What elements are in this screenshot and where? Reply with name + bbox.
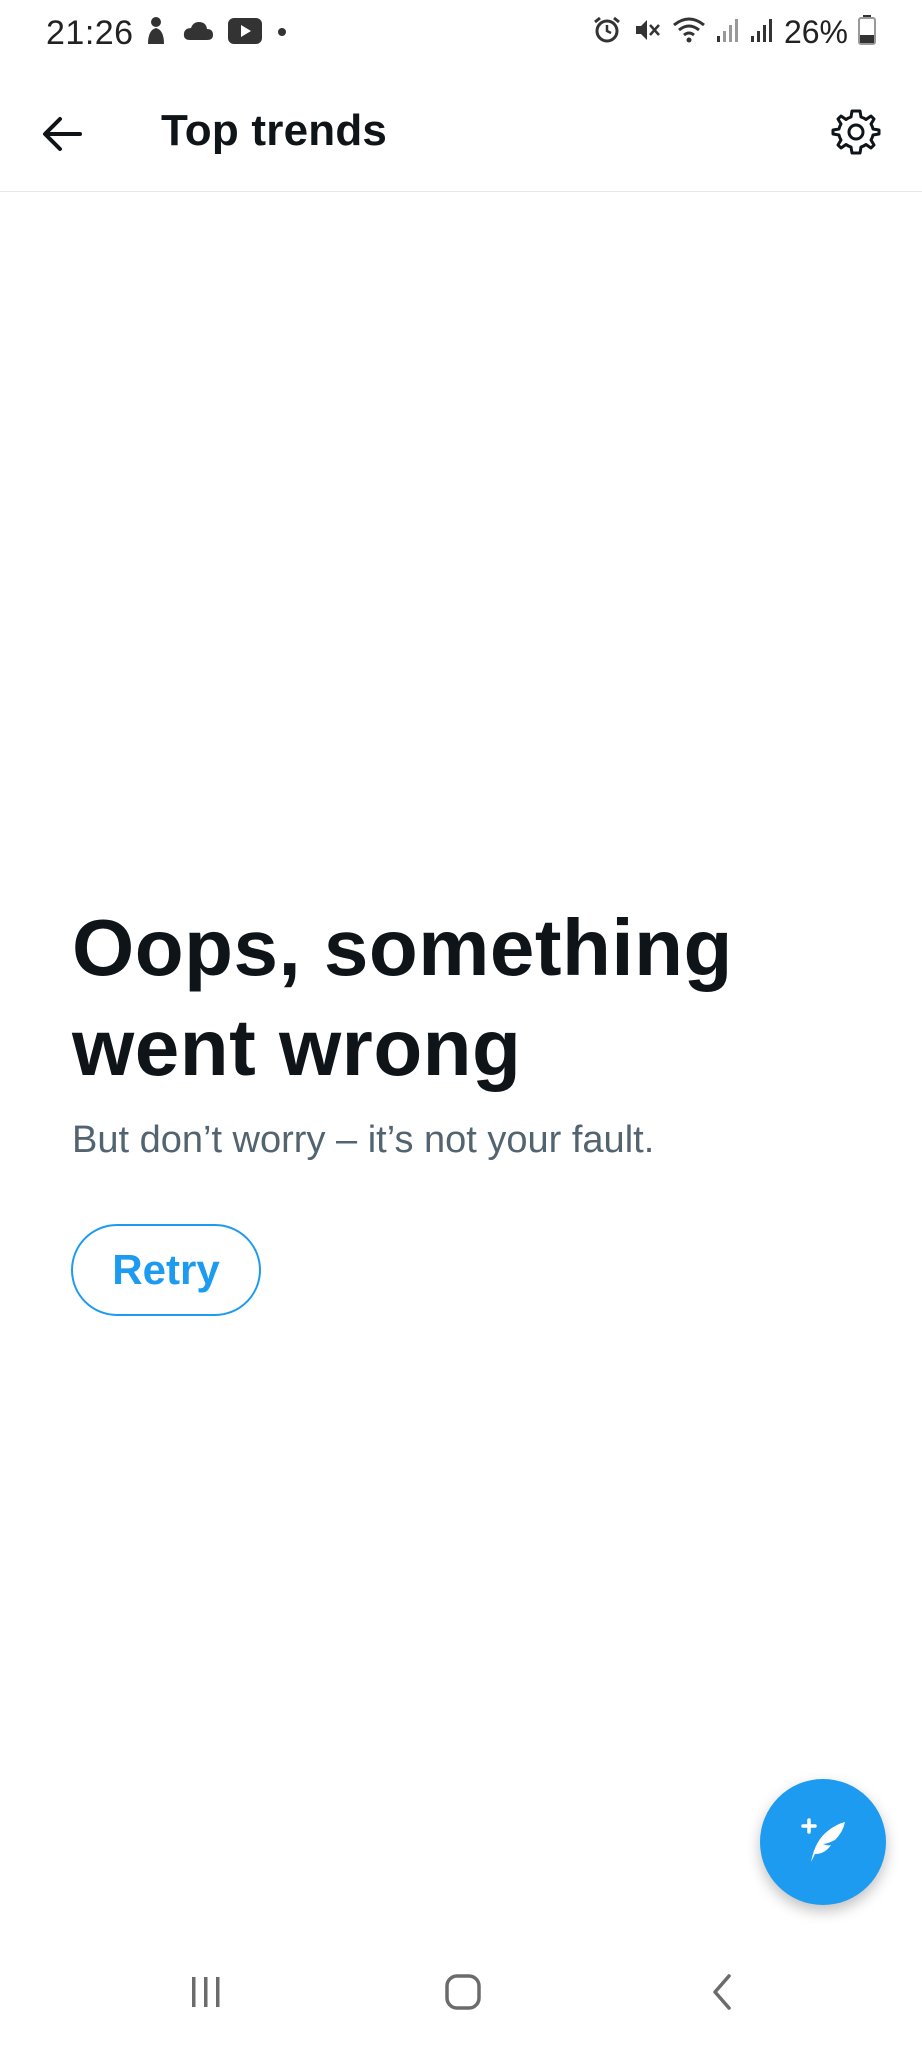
compose-feather-icon	[793, 1810, 853, 1875]
settings-button[interactable]	[826, 104, 886, 164]
recents-button[interactable]	[166, 1964, 246, 2024]
mute-icon	[632, 15, 662, 50]
app-bar: Top trends	[0, 72, 922, 192]
signal-icon	[750, 16, 774, 49]
alarm-icon	[592, 15, 622, 50]
status-time: 21:26	[46, 14, 134, 52]
home-icon	[443, 1972, 483, 2017]
recents-icon	[188, 1975, 224, 2014]
signal-icon	[716, 16, 740, 49]
system-nav-bar	[0, 1940, 922, 2048]
home-button[interactable]	[423, 1964, 503, 2024]
back-button[interactable]	[36, 110, 88, 162]
error-subtitle: But don’t worry – it’s not your fault.	[72, 1119, 655, 1161]
youtube-icon	[228, 18, 262, 49]
dot-icon	[276, 25, 288, 43]
page-title: Top trends	[161, 106, 388, 155]
battery-icon	[858, 15, 876, 50]
cloud-icon	[182, 20, 214, 47]
notification-icon	[144, 16, 168, 51]
gear-icon	[831, 107, 881, 162]
compose-button[interactable]	[760, 1779, 886, 1905]
battery-percent: 26%	[783, 14, 848, 50]
back-icon	[707, 1972, 737, 2017]
status-left-icons	[144, 16, 288, 51]
error-block: Oops, something went wrong But don’t wor…	[72, 898, 852, 1164]
status-right-icons: 26%	[592, 14, 876, 51]
error-title: Oops, something went wrong	[72, 903, 733, 1092]
retry-button[interactable]: Retry	[71, 1224, 261, 1316]
status-bar: 21:26 26%	[0, 0, 922, 72]
wifi-icon	[672, 15, 706, 50]
nav-back-button[interactable]	[682, 1964, 762, 2024]
arrow-left-icon	[42, 116, 82, 157]
